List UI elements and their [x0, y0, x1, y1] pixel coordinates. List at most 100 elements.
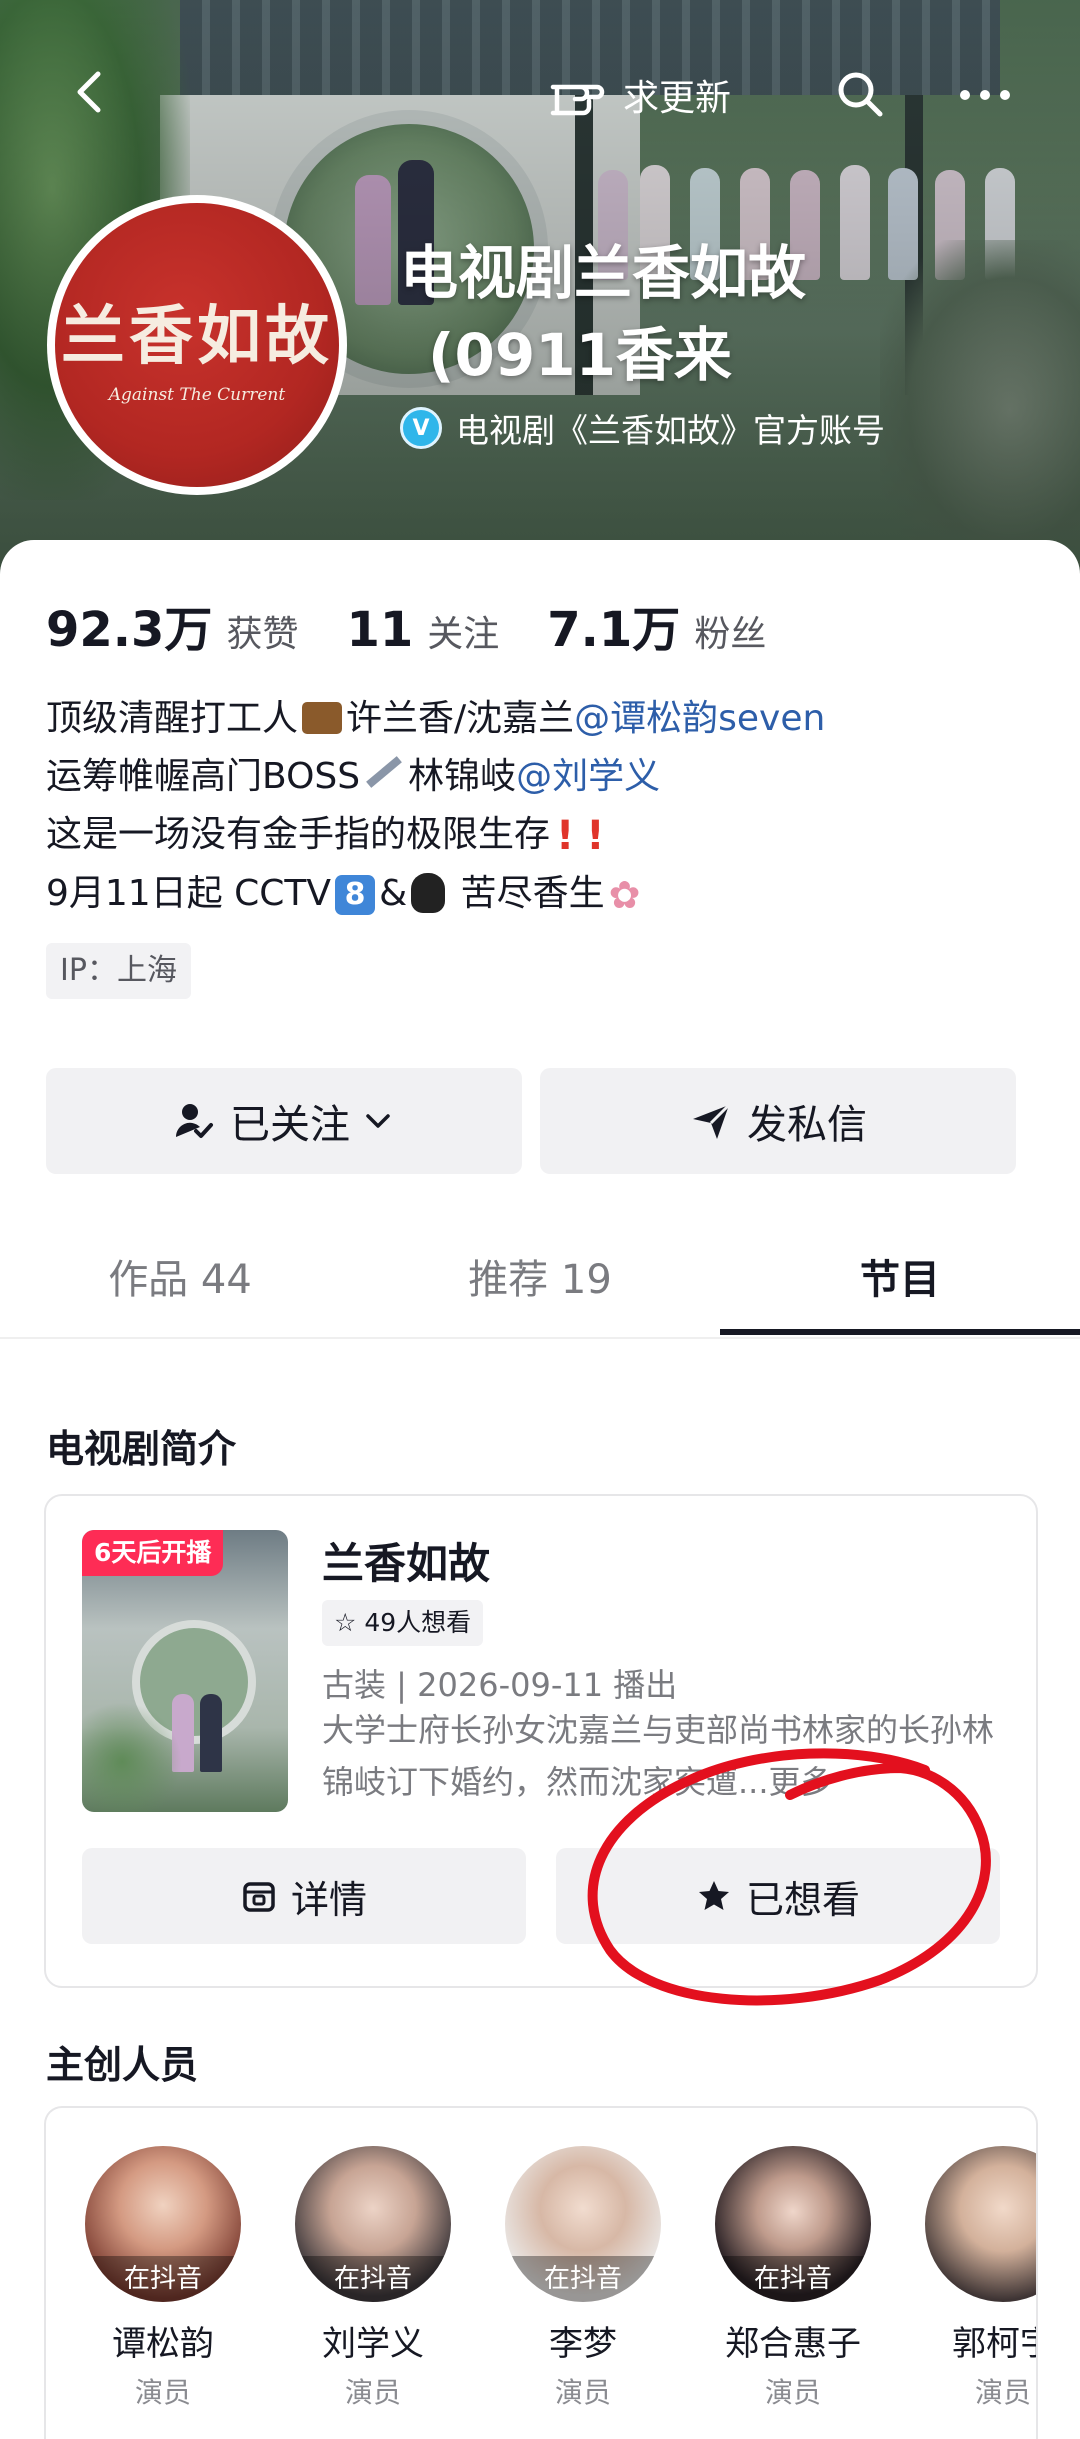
bio-text: 林锦岐 [408, 756, 517, 797]
on-douyin-tag: 在抖音 [715, 2256, 871, 2302]
bio-text: 许兰香/沈嘉兰 [346, 698, 575, 739]
drama-section-title: 电视剧简介 [46, 1427, 237, 1471]
send-message-label: 发私信 [747, 1102, 867, 1148]
want-count: 49人想看 [364, 1608, 472, 1637]
crew-member[interactable]: 在抖音 李梦 演员 [498, 2146, 668, 2411]
avatar-logo: 兰香如故 Against The Current [55, 203, 339, 487]
bio-line-2: 运筹帷幄高门BOSS 林锦岐@刘学义 [46, 748, 1046, 806]
crew-name: 谭松韵 [112, 2324, 214, 2364]
profile-tabs: 作品 44 推荐 19 节目 [0, 1230, 1080, 1336]
crew-role: 演员 [974, 2376, 1031, 2409]
verified-badge-icon: V [400, 407, 442, 449]
avatar [925, 2146, 1036, 2302]
tab-divider [0, 1337, 1080, 1339]
stats-row: 92.3万 获赞 11 关注 7.1万 粉丝 [46, 590, 814, 660]
followers-label: 粉丝 [694, 614, 767, 655]
account-name: 电视剧兰香如故 (0911香来 [400, 232, 1040, 396]
wanted-button[interactable]: 已想看 [556, 1848, 1000, 1944]
following-count[interactable]: 11 [346, 602, 413, 658]
bio-line-1: 顶级清醒打工人 许兰香/沈嘉兰@谭松韵seven [46, 690, 1046, 748]
avatar: 在抖音 [85, 2146, 241, 2302]
tab-active-indicator [720, 1329, 1080, 1335]
avatar-logo-title: 兰香如故 [61, 299, 333, 374]
crew-role: 演员 [764, 2376, 821, 2409]
account-name-line2: (0911香来 [428, 321, 732, 389]
avatar: 在抖音 [505, 2146, 661, 2302]
crew-member[interactable]: 郭柯宇 演员 [918, 2146, 1036, 2411]
bio-text: 顶级清醒打工人 [46, 698, 299, 739]
following-button-label: 已关注 [230, 1102, 350, 1148]
following-button[interactable]: 已关注 [46, 1068, 522, 1174]
verified-text: 电视剧《兰香如故》官方账号 [456, 411, 885, 450]
mention-link[interactable]: @刘学义 [516, 756, 660, 797]
drama-description-text: 大学士府长孙女沈嘉兰与吏部尚书林家的长孙林锦岐订下婚约，然而沈家突遭... [322, 1711, 995, 1801]
details-label: 详情 [290, 1877, 367, 1922]
crew-role: 演员 [344, 2376, 401, 2409]
keycap-eight-icon: 8 [335, 875, 376, 915]
send-icon [693, 1103, 731, 1139]
request-update-label: 求更新 [623, 78, 732, 119]
lotus-icon: ✿ [608, 873, 641, 917]
ip-location: IP：上海 [46, 943, 191, 999]
crew-member[interactable]: 在抖音 刘学义 演员 [288, 2146, 458, 2411]
bio-text: 运筹帷幄高门BOSS [46, 756, 361, 797]
poster-figure [200, 1694, 222, 1772]
avatar[interactable]: 兰香如故 Against The Current [47, 195, 347, 495]
wanted-label: 已想看 [745, 1877, 860, 1922]
on-douyin-tag: 在抖音 [85, 2256, 241, 2302]
drama-card[interactable]: 6天后开播 兰香如故 ☆ 49人想看 古装 | 2026-09-11 播出 大学… [44, 1494, 1038, 1988]
star-filled-icon [698, 1881, 729, 1910]
briefcase-icon [302, 702, 343, 734]
mention-link[interactable]: @谭松韵seven [574, 698, 825, 739]
hand-point-icon [550, 84, 605, 116]
exclamation-icon: ! [586, 813, 605, 859]
bio: 顶级清醒打工人 许兰香/沈嘉兰@谭松韵seven 运筹帷幄高门BOSS 林锦岐@刘学… [46, 690, 1046, 924]
ticket-icon [243, 1882, 275, 1912]
drama-title: 兰香如故 [322, 1539, 491, 1588]
want-count-badge: ☆ 49人想看 [322, 1600, 484, 1646]
crew-name: 刘学义 [322, 2324, 424, 2364]
bio-text: & [379, 873, 408, 914]
chevron-down-icon [366, 1114, 390, 1128]
bio-line-3: 这是一场没有金手指的极限生存!! [46, 806, 1046, 865]
back-arrow-icon[interactable] [62, 62, 122, 122]
avatar-logo-subtitle: Against The Current [108, 385, 286, 405]
drama-meta: 古装 | 2026-09-11 播出 [322, 1666, 678, 1704]
crew-name: 郭柯宇 [952, 2324, 1036, 2364]
tab-programs[interactable]: 节目 [720, 1230, 1080, 1330]
account-name-line1: 电视剧兰香如故 [400, 239, 807, 307]
likes-count[interactable]: 92.3万 [46, 590, 212, 660]
crew-member[interactable]: 在抖音 郑合惠子 演员 [708, 2146, 878, 2411]
send-message-button[interactable]: 发私信 [540, 1068, 1016, 1174]
crew-card: 在抖音 谭松韵 演员 在抖音 刘学义 演员 在抖音 李梦 演员 在抖音 郑合惠子… [44, 2106, 1038, 2439]
user-check-icon [175, 1104, 213, 1138]
on-douyin-tag: 在抖音 [295, 2256, 451, 2302]
avatar: 在抖音 [715, 2146, 871, 2302]
search-icon[interactable] [832, 66, 888, 122]
crew-role: 演员 [554, 2376, 611, 2409]
followers-count[interactable]: 7.1万 [547, 590, 680, 660]
penguin-icon [411, 873, 446, 913]
crew-name: 郑合惠子 [725, 2324, 861, 2364]
more-icon[interactable] [955, 70, 1015, 120]
crew-name: 李梦 [549, 2324, 617, 2364]
more-link[interactable]: 更多 [769, 1763, 833, 1801]
following-label: 关注 [427, 614, 500, 655]
drama-poster[interactable]: 6天后开播 [82, 1530, 288, 1812]
crew-section-title: 主创人员 [46, 2043, 199, 2087]
crew-role: 演员 [134, 2376, 191, 2409]
drama-description: 大学士府长孙女沈嘉兰与吏部尚书林家的长孙林锦岐订下婚约，然而沈家突遭...更多 [322, 1704, 1002, 1812]
request-update-button[interactable]: 求更新 [545, 65, 731, 125]
verification-row: V 电视剧《兰香如故》官方账号 [400, 404, 885, 452]
exclamation-icon: ! [556, 813, 575, 859]
on-douyin-tag: 在抖音 [505, 2256, 661, 2302]
avatar: 在抖音 [295, 2146, 451, 2302]
details-button[interactable]: 详情 [82, 1848, 526, 1944]
star-outline-icon: ☆ [334, 1608, 357, 1637]
crew-member[interactable]: 在抖音 谭松韵 演员 [78, 2146, 248, 2411]
bio-text: 这是一场没有金手指的极限生存 [46, 814, 551, 855]
bio-text: 9月11日起 CCTV [46, 873, 332, 914]
premiere-countdown-badge: 6天后开播 [82, 1530, 224, 1576]
tab-recommend[interactable]: 推荐 19 [360, 1230, 720, 1330]
tab-works[interactable]: 作品 44 [0, 1230, 360, 1330]
